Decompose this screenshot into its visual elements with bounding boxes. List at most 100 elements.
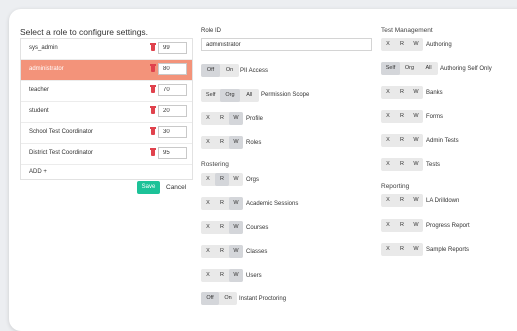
role-row-teacher[interactable]: teacher — [21, 81, 192, 102]
option-x[interactable]: X — [381, 38, 395, 51]
option-x[interactable]: X — [201, 136, 215, 149]
role-level-input[interactable] — [158, 126, 187, 138]
role-name: School Test Coordinator — [29, 129, 93, 135]
trash-icon[interactable] — [150, 85, 156, 93]
role-level-input[interactable] — [158, 147, 187, 159]
profile-label: Profile — [246, 116, 264, 122]
role-name: administrator — [29, 66, 64, 72]
option-w[interactable]: W — [229, 173, 243, 186]
option-r[interactable]: R — [395, 243, 409, 256]
trash-icon[interactable] — [150, 127, 156, 135]
option-r[interactable]: R — [215, 197, 229, 210]
authoring-self-only-selector: Self Org All — [381, 62, 438, 75]
option-x[interactable]: X — [381, 219, 395, 232]
option-w[interactable]: W — [229, 136, 243, 149]
option-all[interactable]: All — [419, 62, 438, 75]
option-x[interactable]: X — [381, 134, 395, 147]
option-on[interactable]: On — [220, 64, 239, 77]
option-w[interactable]: W — [409, 38, 423, 51]
option-w[interactable]: W — [229, 112, 243, 125]
trash-icon[interactable] — [150, 64, 156, 72]
role-row-sys-admin[interactable]: sys_admin — [21, 39, 192, 60]
progress-report-selector: XRW — [381, 219, 423, 232]
trash-icon[interactable] — [150, 148, 156, 156]
role-row-school-test-coordinator[interactable]: School Test Coordinator — [21, 123, 192, 144]
option-r[interactable]: R — [395, 134, 409, 147]
option-self[interactable]: Self — [201, 89, 220, 102]
forms-label: Forms — [426, 114, 443, 120]
option-w[interactable]: W — [409, 134, 423, 147]
role-row-district-test-coordinator[interactable]: District Test Coordinator — [21, 144, 192, 165]
option-r[interactable]: R — [215, 136, 229, 149]
role-row-administrator[interactable]: administrator — [21, 60, 192, 81]
option-x[interactable]: X — [381, 158, 395, 171]
option-w[interactable]: W — [409, 110, 423, 123]
users-label: Users — [246, 273, 262, 279]
authoring-self-only-label: Authoring Self Only — [440, 66, 492, 72]
option-x[interactable]: X — [381, 86, 395, 99]
reporting-heading: Reporting — [381, 183, 410, 190]
cancel-button[interactable]: Cancel — [166, 184, 186, 191]
option-w[interactable]: W — [409, 194, 423, 207]
roles-selector: XRW — [201, 136, 243, 149]
classes-label: Classes — [246, 249, 268, 255]
role-level-input[interactable] — [158, 42, 187, 54]
option-x[interactable]: X — [381, 110, 395, 123]
role-row-student[interactable]: student — [21, 102, 192, 123]
option-r[interactable]: R — [395, 86, 409, 99]
option-off[interactable]: Off — [201, 292, 219, 305]
academic-sessions-selector: XRW — [201, 197, 243, 210]
pii-access-toggle: Off On — [201, 64, 239, 77]
option-x[interactable]: X — [201, 112, 215, 125]
option-w[interactable]: W — [229, 245, 243, 258]
instant-proctoring-label: Instant Proctoring — [239, 296, 287, 302]
option-x[interactable]: X — [201, 245, 215, 258]
admin-tests-selector: XRW — [381, 134, 423, 147]
option-r[interactable]: R — [395, 110, 409, 123]
option-x[interactable]: X — [201, 269, 215, 282]
sample-reports-label: Sample Reports — [426, 247, 470, 253]
role-level-input[interactable] — [158, 63, 187, 75]
option-r[interactable]: R — [215, 245, 229, 258]
role-level-input[interactable] — [158, 84, 187, 96]
option-all[interactable]: All — [240, 89, 259, 102]
option-w[interactable]: W — [229, 197, 243, 210]
option-w[interactable]: W — [409, 158, 423, 171]
progress-report-label: Progress Report — [426, 223, 470, 229]
profile-selector: XRW — [201, 112, 243, 125]
option-x[interactable]: X — [381, 243, 395, 256]
option-w[interactable]: W — [229, 269, 243, 282]
role-id-input[interactable] — [201, 38, 372, 51]
option-r[interactable]: R — [395, 219, 409, 232]
option-org[interactable]: Org — [220, 89, 240, 102]
option-self[interactable]: Self — [381, 62, 400, 75]
option-w[interactable]: W — [409, 243, 423, 256]
option-w[interactable]: W — [409, 219, 423, 232]
option-org[interactable]: Org — [400, 62, 419, 75]
option-x[interactable]: X — [381, 194, 395, 207]
option-r[interactable]: R — [215, 269, 229, 282]
option-r[interactable]: R — [215, 173, 229, 186]
role-name: sys_admin — [29, 45, 58, 51]
forms-selector: XRW — [381, 110, 423, 123]
role-level-input[interactable] — [158, 105, 187, 117]
trash-icon[interactable] — [150, 43, 156, 51]
option-x[interactable]: X — [201, 173, 215, 186]
save-button[interactable]: Save — [137, 181, 160, 194]
add-role-button[interactable]: ADD + — [29, 169, 47, 175]
option-x[interactable]: X — [201, 221, 215, 234]
option-off[interactable]: Off — [201, 64, 220, 77]
option-w[interactable]: W — [409, 86, 423, 99]
option-r[interactable]: R — [395, 158, 409, 171]
option-r[interactable]: R — [215, 112, 229, 125]
option-w[interactable]: W — [229, 221, 243, 234]
option-r[interactable]: R — [395, 38, 409, 51]
option-on[interactable]: On — [219, 292, 237, 305]
roles-label: Roles — [246, 140, 262, 146]
option-x[interactable]: X — [201, 197, 215, 210]
trash-icon[interactable] — [150, 106, 156, 114]
page-title: Select a role to configure settings. — [20, 27, 149, 37]
option-r[interactable]: R — [215, 221, 229, 234]
la-drilldown-selector: XRW — [381, 194, 423, 207]
option-r[interactable]: R — [395, 194, 409, 207]
